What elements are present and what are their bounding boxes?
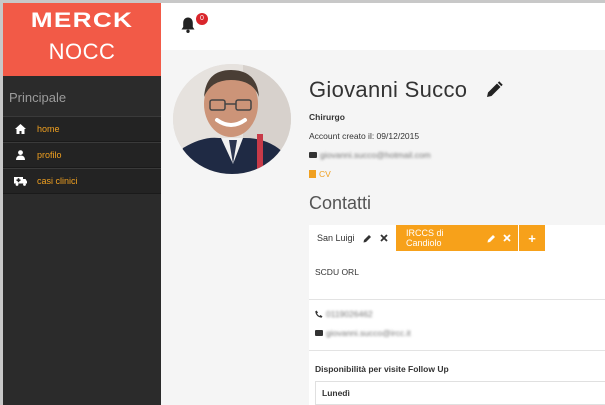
main-content: Giovanni Succo Chirurgo Account creato i… (161, 50, 605, 405)
close-icon[interactable] (379, 233, 389, 243)
tab-irccs-candiolo[interactable]: IRCCS di Candiolo (396, 225, 518, 251)
account-created: Account creato il: 09/12/2015 (309, 131, 420, 141)
file-icon (309, 170, 316, 178)
pencil-icon[interactable] (363, 233, 373, 243)
day-label: Lunedì (322, 388, 350, 398)
phone-icon (315, 310, 323, 318)
divider (309, 350, 605, 351)
sidebar-item-profilo[interactable]: profilo (3, 142, 161, 168)
envelope-icon (315, 330, 323, 336)
cv-label: CV (319, 169, 331, 179)
availability-title: Disponibilità per visite Follow Up (315, 364, 449, 374)
sidebar-item-home[interactable]: home (3, 116, 161, 142)
email-value: giovanni.succo@ircc.it (326, 328, 411, 338)
ambulance-icon (13, 175, 27, 187)
sidebar-menu: home profilo casi clinici (3, 116, 161, 194)
app-frame: MERCK NOCC Principale home profilo casi … (3, 3, 605, 405)
contact-phone[interactable]: 0119026462 (315, 309, 373, 319)
top-bar: 0 (161, 3, 605, 50)
brand-logo: MERCK (30, 9, 134, 32)
brand-header[interactable]: MERCK NOCC (3, 3, 161, 76)
phone-value: 0119026462 (326, 309, 373, 319)
pencil-icon[interactable] (485, 81, 503, 99)
sidebar-item-label: casi clinici (37, 176, 78, 186)
sidebar-item-label: home (37, 124, 60, 134)
tab-san-luigi[interactable]: San Luigi (309, 225, 395, 251)
home-icon (13, 123, 27, 135)
tab-label: IRCCS di Candiolo (406, 228, 444, 248)
divider (309, 299, 605, 300)
profile-role: Chirurgo (309, 112, 345, 122)
profile-email[interactable]: giovanni.succo@hotmail.com (309, 150, 431, 160)
envelope-icon (309, 152, 317, 158)
cv-link[interactable]: CV (309, 169, 331, 179)
email-value: giovanni.succo@hotmail.com (320, 150, 431, 160)
contacts-tabs: San Luigi IRCCS di Candiolo + (309, 225, 605, 251)
brand-subtitle: NOCC (48, 39, 116, 64)
contacts-title: Contatti (309, 193, 372, 213)
profile-name: Giovanni Succo (309, 77, 468, 102)
avatar (173, 64, 291, 174)
user-icon (13, 149, 27, 161)
close-icon[interactable] (502, 233, 512, 243)
contacts-panel: San Luigi IRCCS di Candiolo + SCDU ORL 0… (309, 225, 605, 405)
section-title: Principale (9, 90, 67, 105)
notification-badge: 0 (196, 13, 208, 25)
bell-icon[interactable] (179, 16, 197, 34)
tab-label: San Luigi (317, 233, 355, 243)
contact-unit: SCDU ORL (315, 267, 359, 277)
availability-day-row[interactable]: Lunedì (315, 381, 605, 405)
sidebar: MERCK NOCC Principale home profilo casi … (3, 3, 161, 405)
contact-email[interactable]: giovanni.succo@ircc.it (315, 328, 411, 338)
sidebar-item-casi-clinici[interactable]: casi clinici (3, 168, 161, 194)
sidebar-item-label: profilo (37, 150, 62, 160)
pencil-icon[interactable] (487, 233, 497, 243)
add-contact-button[interactable]: + (519, 225, 545, 251)
